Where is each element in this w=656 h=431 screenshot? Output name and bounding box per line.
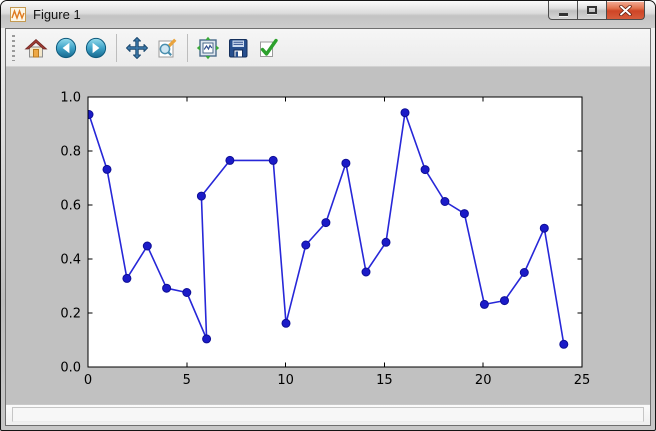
back-arrow-icon [55,37,77,58]
pan-button[interactable] [123,33,151,63]
matplotlib-logo-icon [10,7,26,22]
zoom-rect-button[interactable] [153,33,181,63]
svg-text:10: 10 [277,373,294,388]
home-button[interactable] [22,33,50,63]
edit-parameters-button[interactable] [254,33,282,63]
minimize-icon [558,12,568,16]
toolbar-separator [187,33,188,62]
svg-text:5: 5 [183,373,191,388]
subplots-icon [196,36,220,59]
subplots-button[interactable] [194,33,222,63]
status-message [12,407,644,422]
svg-text:15: 15 [376,373,393,388]
status-bar [6,404,650,425]
plot-toolbar [6,29,650,67]
svg-text:0.4: 0.4 [60,253,81,268]
pan-arrows-icon [126,36,148,59]
close-icon [619,4,632,16]
green-check-icon [260,38,278,57]
toolbar-separator [116,33,117,62]
svg-text:1.0: 1.0 [60,91,81,106]
window-controls [548,1,645,20]
svg-text:0.6: 0.6 [60,199,81,214]
svg-text:25: 25 [574,373,591,388]
svg-text:0.8: 0.8 [60,145,81,160]
svg-text:0.0: 0.0 [60,361,81,376]
svg-text:0: 0 [84,373,92,388]
home-icon [24,38,48,57]
figure-window: Figure 1 0 5 10 15 20 25 0.0 0.2 0.4 0.6… [0,0,656,431]
titlebar[interactable]: Figure 1 [1,1,655,28]
window-title: Figure 1 [33,6,81,22]
figure-canvas[interactable]: 0 5 10 15 20 25 0.0 0.2 0.4 0.6 0.8 1.0 [6,67,650,404]
forward-arrow-icon [85,37,107,58]
svg-text:20: 20 [475,373,492,388]
close-button[interactable] [606,1,645,20]
save-button[interactable] [224,33,252,63]
forward-button[interactable] [82,33,110,63]
maximize-button[interactable] [577,1,607,20]
back-button[interactable] [52,33,80,63]
client-area: 0 5 10 15 20 25 0.0 0.2 0.4 0.6 0.8 1.0 [5,28,651,426]
toolbar-drag-handle[interactable] [12,34,15,61]
maximize-icon [587,6,597,14]
svg-text:0.2: 0.2 [60,307,81,322]
floppy-disk-icon [229,38,248,57]
magnifier-pencil-icon [158,38,177,57]
plot-axes[interactable]: 0 5 10 15 20 25 0.0 0.2 0.4 0.6 0.8 1.0 [6,67,650,404]
minimize-button[interactable] [548,1,578,20]
